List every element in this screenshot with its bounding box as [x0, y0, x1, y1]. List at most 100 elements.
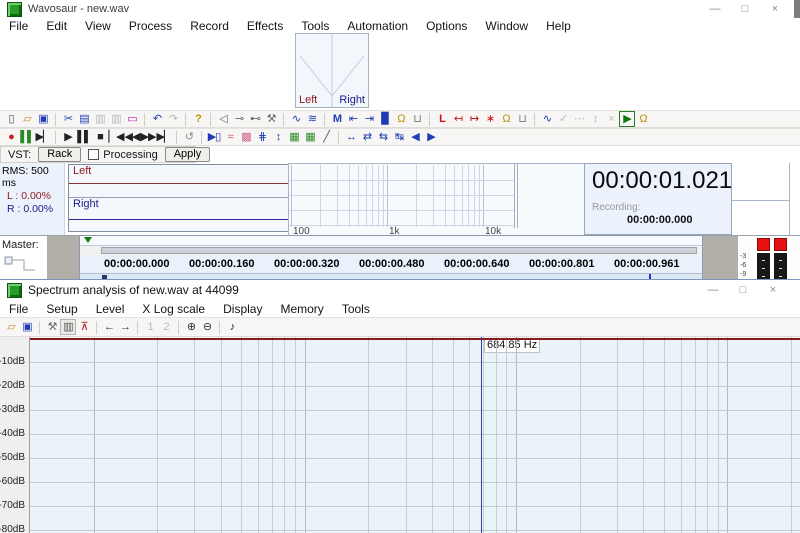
marker-strip[interactable] — [80, 236, 702, 246]
menu-edit[interactable]: Edit — [37, 19, 76, 33]
loop-end-button[interactable]: ↦ — [466, 111, 482, 127]
memory-2-button[interactable]: 2 — [158, 319, 174, 335]
pencil-edit-button[interactable]: ╱ — [318, 129, 334, 145]
zoom-out-h-button[interactable]: ⇆ — [375, 129, 391, 145]
paste-mix-button[interactable]: ▥ — [108, 111, 124, 127]
marker-button[interactable]: M — [329, 111, 345, 127]
undo-button[interactable]: ↶ — [149, 111, 165, 127]
spectrum-menu-display[interactable]: Display — [214, 302, 271, 316]
go-start-button[interactable]: ▏◀ — [108, 129, 124, 145]
clip-led-left[interactable] — [757, 238, 770, 251]
midi-in-button[interactable]: ⊸ — [231, 111, 247, 127]
copy-window-button[interactable]: ▩ — [238, 129, 254, 145]
draw-bars-button[interactable]: ⋕ — [254, 129, 270, 145]
clip-led-right[interactable] — [774, 238, 787, 251]
auto-play-button[interactable]: ▶ — [619, 111, 635, 127]
rewind-button[interactable]: ◀◀ — [124, 129, 140, 145]
close-button[interactable]: × — [758, 284, 788, 296]
pan-widget[interactable]: Left Right — [295, 33, 369, 108]
fit-vertical-button[interactable]: ↕ — [270, 129, 286, 145]
x-log-scale-button[interactable]: ⊼ — [76, 319, 92, 335]
marker-wave-button[interactable]: ▉ — [377, 111, 393, 127]
pause-button[interactable]: ▌▌ — [76, 129, 92, 145]
close-button[interactable]: × — [760, 3, 790, 15]
note-tuning-button[interactable]: ♪ — [224, 319, 240, 335]
envelope-scale-button[interactable]: ↕ — [587, 111, 603, 127]
menu-process[interactable]: Process — [120, 19, 181, 33]
spectrum-menu-tools[interactable]: Tools — [333, 302, 379, 316]
loop-start-button[interactable]: ↤ — [450, 111, 466, 127]
menu-automation[interactable]: Automation — [338, 19, 417, 33]
redo-button[interactable]: ↷ — [165, 111, 181, 127]
menu-help[interactable]: Help — [537, 19, 580, 33]
zoom-in-h-button[interactable]: ⇄ — [359, 129, 375, 145]
trim-button[interactable]: ▭ — [124, 111, 140, 127]
timeline-panel[interactable]: 00:00:00.00000:00:00.16000:00:00.32000:0… — [79, 235, 703, 281]
menu-file[interactable]: File — [0, 19, 37, 33]
play-button[interactable]: ▶ — [60, 129, 76, 145]
spectrum-menu-file[interactable]: File — [0, 302, 37, 316]
spectrum-menu-memory[interactable]: Memory — [271, 302, 332, 316]
spectrum-menu-setup[interactable]: Setup — [37, 302, 86, 316]
paste-button[interactable]: ▥ — [92, 111, 108, 127]
kick-left-button[interactable]: ▦ — [286, 129, 302, 145]
envelope-apply-button[interactable]: ✓ — [555, 111, 571, 127]
kick-right-button[interactable]: ▦ — [302, 129, 318, 145]
spectrum-titlebar[interactable]: Spectrum analysis of new.wav at 44099 —□… — [0, 280, 800, 300]
marker-delete-button[interactable]: ⊔ — [409, 111, 425, 127]
open-file-button[interactable]: ▱ — [19, 111, 35, 127]
scrollbar-thumb[interactable] — [101, 247, 697, 254]
loop-lock-button[interactable]: Ω — [498, 111, 514, 127]
zoom-in-button[interactable]: ⊕ — [183, 319, 199, 335]
envelope-button[interactable]: ∿ — [539, 111, 555, 127]
options-wrench-button[interactable]: ⚒ — [263, 111, 279, 127]
record-button[interactable]: ● — [3, 129, 19, 145]
stop-button[interactable]: ■ — [92, 129, 108, 145]
vst-rack-button[interactable]: Rack — [38, 147, 81, 162]
new-file-button[interactable]: ▯ — [3, 111, 19, 127]
global-lock-button[interactable]: Ω — [635, 111, 651, 127]
menu-effects[interactable]: Effects — [238, 19, 292, 33]
go-end-button[interactable]: ▶▏ — [156, 129, 172, 145]
vst-apply-button[interactable]: Apply — [165, 147, 211, 162]
menu-tools[interactable]: Tools — [292, 19, 338, 33]
audio-config-button[interactable]: ◁ — [215, 111, 231, 127]
menu-options[interactable]: Options — [417, 19, 476, 33]
loop-playback-button[interactable]: ↺ — [181, 129, 197, 145]
play-from-cursor-button[interactable]: ▶▏ — [35, 129, 51, 145]
freq-next-button[interactable]: → — [117, 319, 133, 335]
spectrum-open-button[interactable]: ▱ — [3, 319, 19, 335]
next-view-button[interactable]: ▶ — [423, 129, 439, 145]
envelope-points-button[interactable]: ⋯ — [571, 111, 587, 127]
menu-window[interactable]: Window — [476, 19, 537, 33]
minimize-button[interactable]: — — [698, 284, 728, 296]
record-pause-button[interactable]: ▌▌ — [19, 129, 35, 145]
loop-wave-button[interactable]: ∗ — [482, 111, 498, 127]
help-button[interactable]: ? — [190, 111, 206, 127]
zoom-all-button[interactable]: ↹ — [391, 129, 407, 145]
freq-prev-button[interactable]: ← — [101, 319, 117, 335]
prev-view-button[interactable]: ◀ — [407, 129, 423, 145]
zoom-out-button[interactable]: ⊖ — [199, 319, 215, 335]
envelope-clear-button[interactable]: × — [603, 111, 619, 127]
maximize-button[interactable]: □ — [730, 3, 760, 15]
cue-marker-icon[interactable] — [84, 237, 92, 243]
marker-prev-button[interactable]: ⇤ — [345, 111, 361, 127]
maximize-button[interactable]: □ — [728, 284, 758, 296]
marker-next-button[interactable]: ⇥ — [361, 111, 377, 127]
minimize-button[interactable]: — — [700, 3, 730, 15]
loop-delete-button[interactable]: ⊔ — [514, 111, 530, 127]
memory-1-button[interactable]: 1 — [142, 319, 158, 335]
waveform-copy-button[interactable]: ∿ — [288, 111, 304, 127]
play-file-button[interactable]: ▶▯ — [206, 129, 222, 145]
master-routing-icon[interactable] — [4, 254, 40, 276]
spectrum-settings-button[interactable]: ⚒ — [44, 319, 60, 335]
save-file-button[interactable]: ▣ — [35, 111, 51, 127]
timeline-scrollbar[interactable] — [80, 246, 702, 256]
spectrum-plot-area[interactable]: 684.85 Hz — [30, 337, 800, 533]
spectrum-menu-x-log-scale[interactable]: X Log scale — [133, 302, 214, 316]
channel-display-button[interactable]: ▥ — [60, 319, 76, 335]
loop-point-button[interactable]: L — [434, 111, 450, 127]
midi-out-button[interactable]: ⊷ — [247, 111, 263, 127]
wave-view[interactable]: Left Right — [68, 164, 289, 232]
